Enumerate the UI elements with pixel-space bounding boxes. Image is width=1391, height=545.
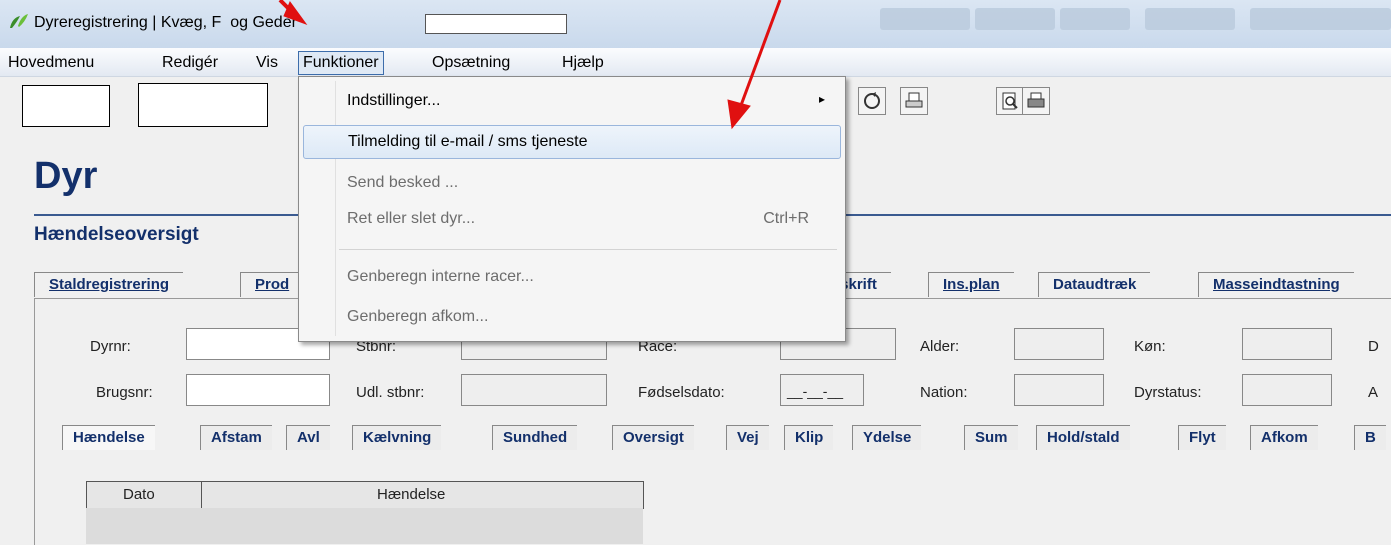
leaf-icon — [10, 14, 28, 28]
dyrstatus-input[interactable] — [1242, 374, 1332, 406]
nation-input[interactable] — [1014, 374, 1104, 406]
subtab-kaelvning[interactable]: Kælvning — [352, 425, 442, 450]
menu-funktioner[interactable]: Funktioner — [298, 51, 384, 75]
print-preview-icon[interactable] — [996, 87, 1024, 115]
column-haendelse[interactable]: Hændelse — [377, 486, 445, 503]
menu-opsaetning[interactable]: Opsætning — [428, 52, 514, 74]
menu-item-tilmelding[interactable]: Tilmelding til e-mail / sms tjeneste — [303, 125, 841, 159]
grid-header: Dato Hændelse — [86, 481, 644, 509]
label-brugsnr: Brugsnr: — [96, 384, 153, 401]
tab-dataudtraek[interactable]: Dataudtræk — [1038, 272, 1151, 297]
menu-separator — [339, 249, 837, 250]
subtab-hold-stald[interactable]: Hold/stald — [1036, 425, 1130, 450]
menu-item-ret-slet-dyr[interactable]: Ret eller slet dyr... Ctrl+R — [303, 203, 839, 235]
foedselsdato-value: __-__-__ — [787, 383, 844, 399]
grid-body — [86, 508, 643, 544]
brugsnr-input[interactable] — [186, 374, 330, 406]
label-cut-d: D — [1368, 338, 1379, 355]
menu-item-genberegn-afkom[interactable]: Genberegn afkom... — [303, 301, 839, 333]
title-redaction-box — [425, 14, 567, 34]
toolbar-field-2[interactable] — [138, 83, 268, 127]
subtab-avl[interactable]: Avl — [286, 425, 330, 450]
subtab-b[interactable]: B — [1354, 425, 1386, 450]
tab-masseindtastning[interactable]: Masseindtastning — [1198, 272, 1354, 297]
subtab-ydelse[interactable]: Ydelse — [852, 425, 922, 450]
page-title: Dyr — [34, 155, 98, 197]
menu-hjaelp[interactable]: Hjælp — [558, 52, 608, 74]
print-icon[interactable] — [900, 87, 928, 115]
subtab-sum[interactable]: Sum — [964, 425, 1018, 450]
label-dyrnr: Dyrnr: — [90, 338, 131, 355]
subtab-haendelse[interactable]: Hændelse — [62, 425, 155, 450]
label-dyrstatus: Dyrstatus: — [1134, 384, 1202, 401]
subtab-afkom[interactable]: Afkom — [1250, 425, 1318, 450]
label-udl-stbnr: Udl. stbnr: — [356, 384, 425, 401]
label-alder: Alder: — [920, 338, 960, 355]
label-cut-a: A — [1368, 384, 1379, 401]
alder-input[interactable] — [1014, 328, 1104, 360]
subtab-afstam[interactable]: Afstam — [200, 425, 272, 450]
label-nation: Nation: — [920, 384, 968, 401]
printer-icon[interactable] — [1022, 87, 1050, 115]
udl-stbnr-input[interactable] — [461, 374, 607, 406]
window-title: Dyreregistrering | Kvæg, F og Geder — [34, 14, 297, 31]
subtab-sundhed[interactable]: Sundhed — [492, 425, 578, 450]
subtab-oversigt[interactable]: Oversigt — [612, 425, 694, 450]
menu-rediger[interactable]: Redigér — [158, 52, 222, 74]
koen-input[interactable] — [1242, 328, 1332, 360]
funktioner-dropdown: Indstillinger... ▸ Tilmelding til e-mail… — [298, 76, 846, 342]
label-foedselsdato: Fødselsdato: — [638, 384, 725, 401]
menu-bar: Hovedmenu Redigér Vis Funktioner Opsætni… — [0, 48, 1391, 77]
column-dato[interactable]: Dato — [123, 486, 155, 503]
tab-staldregistrering[interactable]: Staldregistrering — [34, 272, 184, 297]
shortcut-ctrl-r: Ctrl+R — [763, 210, 809, 227]
tab-ins-plan[interactable]: Ins.plan — [928, 272, 1014, 297]
menu-item-genberegn-racer[interactable]: Genberegn interne racer... — [303, 261, 839, 293]
menu-item-indstillinger[interactable]: Indstillinger... ▸ — [303, 85, 839, 117]
toolbar-field-1[interactable] — [22, 85, 110, 127]
menu-vis[interactable]: Vis — [252, 52, 282, 74]
label-koen: Køn: — [1134, 338, 1166, 355]
refresh-icon[interactable] — [858, 87, 886, 115]
subtab-flyt[interactable]: Flyt — [1178, 425, 1226, 450]
page-subtitle: Hændelseoversigt — [34, 224, 199, 245]
menu-hovedmenu[interactable]: Hovedmenu — [4, 52, 98, 74]
subtab-vej[interactable]: Vej — [726, 425, 769, 450]
menu-item-send-besked[interactable]: Send besked ... — [303, 167, 839, 199]
tab-prod[interactable]: Prod — [240, 272, 304, 297]
submenu-arrow-icon: ▸ — [818, 92, 825, 106]
subtab-klip[interactable]: Klip — [784, 425, 834, 450]
foedselsdato-input[interactable]: __-__-__ — [780, 374, 864, 406]
